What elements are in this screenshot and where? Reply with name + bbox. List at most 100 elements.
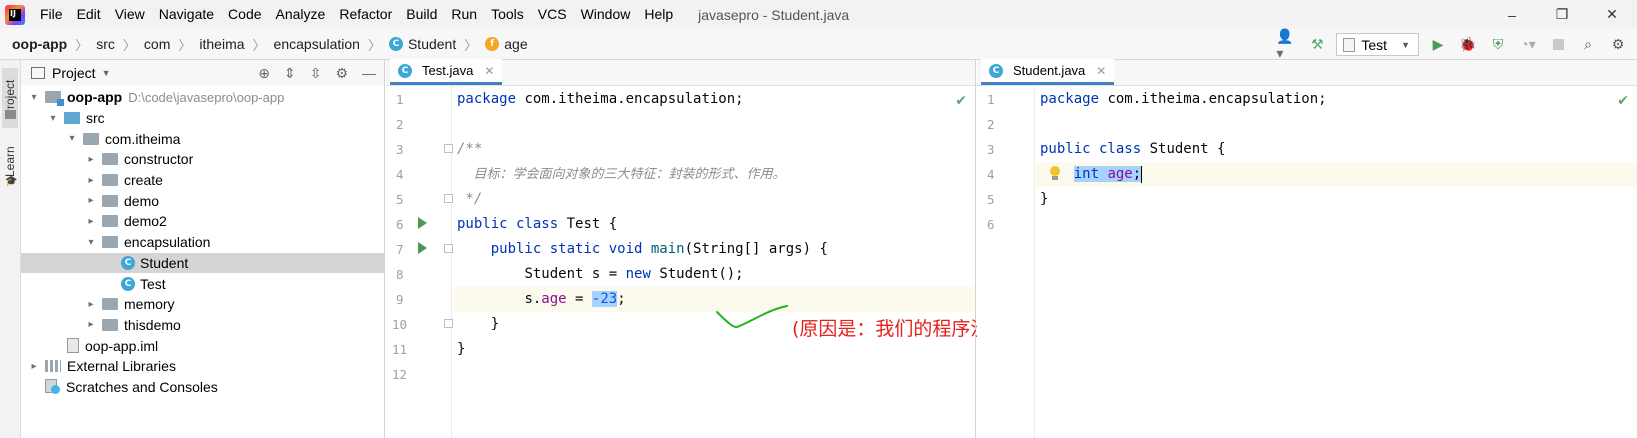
menu-code[interactable]: Code bbox=[221, 0, 268, 29]
fold-icon[interactable] bbox=[444, 319, 453, 328]
code-editor[interactable]: package com.itheima.encapsulation; /** 目… bbox=[453, 86, 1206, 438]
handwritten-checkmark bbox=[716, 305, 788, 329]
breadcrumb-item-age[interactable]: f age bbox=[485, 36, 528, 52]
expand-arrow-icon[interactable]: ▸ bbox=[84, 154, 98, 165]
runnable-class-icon: C bbox=[398, 63, 412, 78]
breadcrumb-item-itheima[interactable]: itheima bbox=[199, 36, 244, 52]
debug-icon[interactable]: 🐞 bbox=[1457, 34, 1479, 56]
menu-build[interactable]: Build bbox=[399, 0, 444, 29]
breadcrumb-item-src[interactable]: src bbox=[96, 36, 115, 52]
menu-edit[interactable]: Edit bbox=[70, 0, 108, 29]
tree-item-encapsulation[interactable]: ▾ encapsulation bbox=[21, 232, 384, 253]
menu-navigate[interactable]: Navigate bbox=[152, 0, 221, 29]
run-icon[interactable]: ▶ bbox=[1427, 34, 1449, 56]
expand-arrow-icon[interactable]: ▾ bbox=[65, 133, 79, 144]
expand-arrow-icon[interactable]: ▸ bbox=[27, 361, 41, 372]
menu-vcs[interactable]: VCS bbox=[531, 0, 574, 29]
settings-icon[interactable]: ⚙ bbox=[1607, 34, 1629, 56]
tree-item-com-itheima[interactable]: ▾ com.itheima bbox=[21, 128, 384, 149]
chevron-right-icon: 〉 bbox=[464, 37, 478, 53]
expand-arrow-icon[interactable]: ▾ bbox=[84, 237, 98, 248]
tab-test-java[interactable]: C Test.java ✕ bbox=[390, 59, 503, 85]
menu-help[interactable]: Help bbox=[637, 0, 680, 29]
fold-icon[interactable] bbox=[444, 194, 453, 203]
breadcrumb: oop-app 〉 src 〉 com 〉 itheima 〉 encapsul… bbox=[0, 28, 1637, 61]
minimize-button[interactable]: – bbox=[1487, 0, 1537, 29]
hammer-icon[interactable]: ⚒ bbox=[1306, 34, 1328, 56]
gear-icon[interactable]: ⚙ bbox=[335, 65, 348, 82]
expand-arrow-icon[interactable]: ▸ bbox=[84, 216, 98, 227]
breadcrumb-item-com[interactable]: com bbox=[144, 36, 170, 52]
menu-refactor[interactable]: Refactor bbox=[332, 0, 399, 29]
search-icon[interactable]: ⌕ bbox=[1577, 34, 1599, 56]
fold-icon[interactable] bbox=[444, 244, 453, 253]
chevron-down-icon[interactable]: ▼ bbox=[102, 68, 111, 78]
project-panel-title[interactable]: Project bbox=[52, 65, 96, 81]
tree-item-thisdemo[interactable]: ▸ thisdemo bbox=[21, 315, 384, 336]
tree-item-memory[interactable]: ▸ memory bbox=[21, 294, 384, 315]
expand-arrow-icon[interactable]: ▸ bbox=[84, 299, 98, 310]
run-configuration-select[interactable]: Test ▼ bbox=[1336, 33, 1419, 56]
tab-label: Student.java bbox=[1013, 63, 1086, 78]
project-tool-tab[interactable]: Project bbox=[2, 68, 18, 128]
code-line: public static void main(String[] args) { bbox=[490, 241, 828, 257]
tree-item-scratches[interactable]: Scratches and Consoles bbox=[21, 377, 384, 398]
hide-icon[interactable]: — bbox=[362, 65, 376, 81]
close-icon[interactable]: ✕ bbox=[484, 64, 494, 78]
collapse-all-icon[interactable]: ⇳ bbox=[310, 65, 322, 82]
expand-all-icon[interactable]: ⇕ bbox=[284, 65, 296, 82]
gutter: 1 2 3 4 5 6 7 8 9 10 11 12 bbox=[386, 86, 453, 438]
tree-item-iml[interactable]: oop-app.iml bbox=[21, 335, 384, 356]
tree-item-test[interactable]: C Test bbox=[21, 273, 384, 294]
text-caret bbox=[1141, 165, 1143, 183]
expand-arrow-icon[interactable]: ▸ bbox=[84, 175, 98, 186]
tree-item-demo[interactable]: ▸ demo bbox=[21, 190, 384, 211]
lightbulb-icon[interactable] bbox=[1049, 166, 1061, 182]
menu-view[interactable]: View bbox=[108, 0, 152, 29]
tree-item-label: constructor bbox=[124, 151, 194, 168]
menu-run[interactable]: Run bbox=[444, 0, 484, 29]
package-icon bbox=[102, 153, 118, 166]
tree-item-demo2[interactable]: ▸ demo2 bbox=[21, 211, 384, 232]
tree-item-external-libraries[interactable]: ▸ External Libraries bbox=[21, 356, 384, 377]
code-editor[interactable]: package com.itheima.encapsulation; publi… bbox=[1036, 86, 1637, 438]
breadcrumb-item-student[interactable]: C Student bbox=[388, 36, 456, 52]
selected-text: -23 bbox=[591, 291, 618, 307]
run-gutter-icon[interactable] bbox=[418, 242, 427, 254]
menu-window[interactable]: Window bbox=[574, 0, 638, 29]
breadcrumb-item-project[interactable]: oop-app bbox=[12, 36, 67, 52]
run-gutter-icon[interactable] bbox=[418, 217, 427, 229]
run-configuration-label: Test bbox=[1361, 36, 1388, 53]
source-folder-icon bbox=[64, 112, 80, 125]
breadcrumb-item-encapsulation[interactable]: encapsulation bbox=[274, 36, 360, 52]
expand-arrow-icon[interactable]: ▸ bbox=[84, 195, 98, 206]
tree-item-student[interactable]: C Student bbox=[21, 252, 384, 274]
user-icon[interactable]: 👤▾ bbox=[1276, 28, 1298, 61]
locate-icon[interactable]: ⊕ bbox=[258, 65, 270, 82]
tree-item-label: oop-app bbox=[67, 89, 123, 106]
expand-arrow-icon[interactable]: ▸ bbox=[84, 319, 98, 330]
tree-item-label: Scratches and Consoles bbox=[66, 378, 218, 395]
package-icon bbox=[102, 215, 118, 228]
chevron-down-icon: ▼ bbox=[1401, 39, 1410, 50]
tree-item-src[interactable]: ▾ src bbox=[21, 108, 384, 129]
menu-file[interactable]: File bbox=[33, 0, 70, 29]
code-line: public class Student { bbox=[1040, 141, 1226, 157]
menu-analyze[interactable]: Analyze bbox=[269, 0, 333, 29]
runnable-class-icon: C bbox=[121, 276, 135, 291]
menu-tools[interactable]: Tools bbox=[484, 0, 531, 29]
expand-arrow-icon[interactable]: ▾ bbox=[27, 92, 41, 103]
close-icon[interactable]: ✕ bbox=[1096, 64, 1106, 78]
tree-item-constructor[interactable]: ▸ constructor bbox=[21, 149, 384, 170]
expand-arrow-icon[interactable]: ▾ bbox=[46, 113, 60, 124]
check-icon: ✔ bbox=[955, 92, 967, 108]
tree-item-create[interactable]: ▸ create bbox=[21, 170, 384, 191]
close-button[interactable]: ✕ bbox=[1587, 0, 1637, 29]
coverage-icon[interactable]: ⛨ bbox=[1487, 34, 1509, 56]
restore-button[interactable]: ❐ bbox=[1537, 0, 1587, 29]
profile-icon[interactable]: ◔▾ bbox=[1517, 34, 1539, 56]
tab-student-java[interactable]: C Student.java ✕ bbox=[981, 59, 1115, 85]
tree-item-oop-app[interactable]: ▾ oop-app D:\code\javasepro\oop-app bbox=[21, 87, 384, 108]
stop-icon[interactable] bbox=[1547, 34, 1569, 56]
fold-icon[interactable] bbox=[444, 144, 453, 153]
